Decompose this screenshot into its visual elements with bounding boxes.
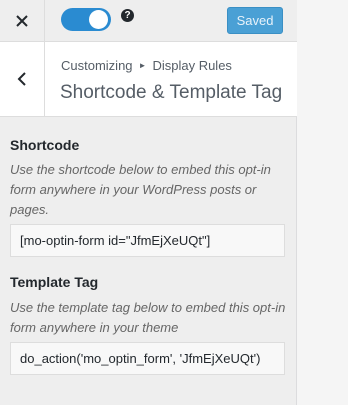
chevron-left-icon	[17, 72, 26, 86]
close-icon	[16, 15, 28, 27]
breadcrumb-current: Display Rules	[152, 58, 232, 73]
shortcode-title: Shortcode	[10, 137, 80, 153]
section-header: Customizing ► Display Rules Shortcode & Te…	[0, 42, 297, 117]
close-button[interactable]	[0, 0, 45, 42]
breadcrumb: Customizing ► Display Rules	[61, 58, 232, 73]
breadcrumb-parent: Customizing	[61, 58, 133, 73]
back-button[interactable]	[0, 42, 45, 116]
shortcode-field[interactable]: [mo-optin-form id="JfmEjXeUQt"]	[10, 224, 285, 257]
section-title: Shortcode & Template Tag	[60, 82, 283, 103]
shortcode-description: Use the shortcode below to embed this op…	[10, 162, 271, 217]
help-icon[interactable]: ?	[121, 9, 134, 22]
template-tag-field[interactable]: do_action('mo_optin_form', 'JfmEjXeUQt')	[10, 342, 285, 375]
template-tag-title: Template Tag	[10, 274, 99, 290]
toggle-knob	[89, 10, 108, 29]
customizer-panel: ? Saved Customizing ► Display Rules Shortc…	[0, 0, 297, 405]
saved-button[interactable]: Saved	[227, 7, 283, 34]
breadcrumb-separator-icon: ►	[138, 61, 147, 70]
template-tag-description: Use the template tag below to embed this…	[10, 300, 286, 335]
preview-area	[297, 0, 348, 405]
customizer-header: ? Saved	[0, 0, 297, 42]
activation-toggle[interactable]	[61, 8, 111, 31]
